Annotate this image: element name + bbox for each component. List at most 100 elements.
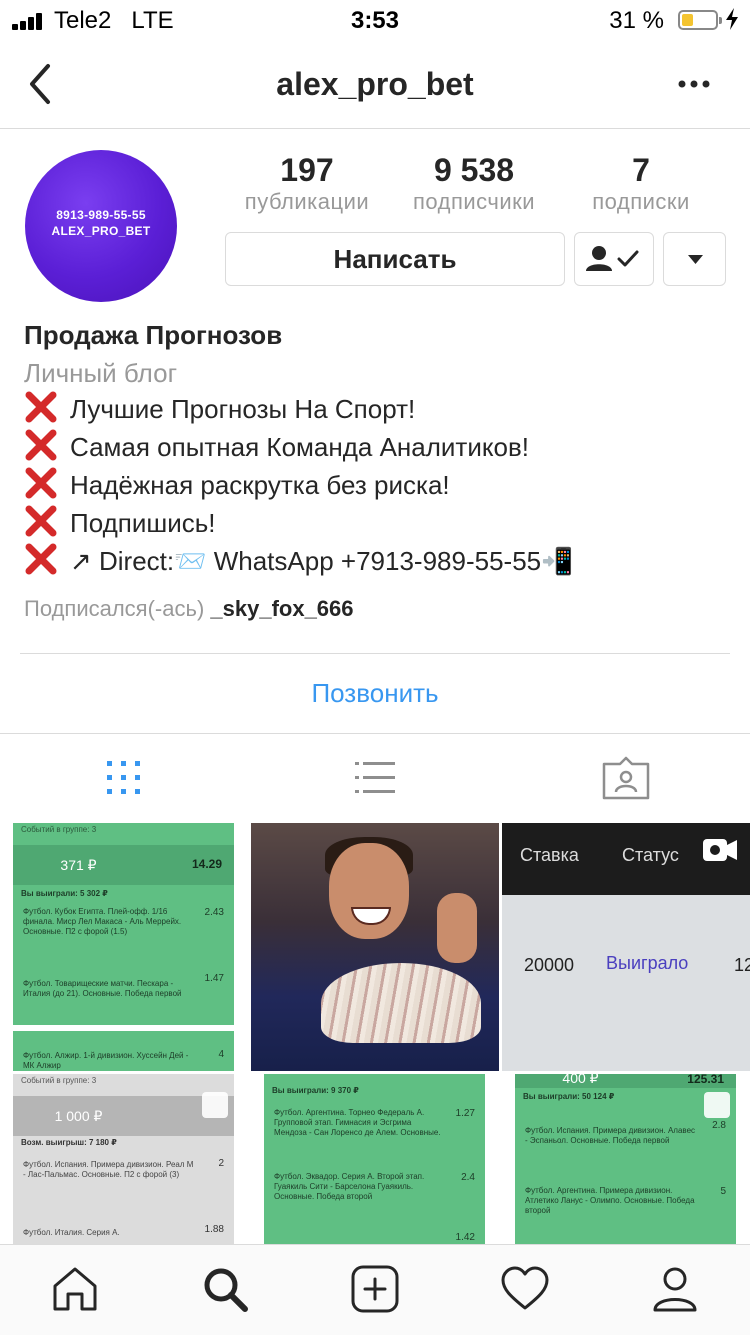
divider (0, 733, 750, 734)
bio-line: Надёжная раскрутка без риска! (24, 466, 573, 504)
charging-icon (726, 8, 738, 30)
post-thumbnail[interactable]: Событий в группе: 3 1 000 ₽ Возм. выигры… (0, 1074, 248, 1244)
search-icon[interactable] (200, 1264, 250, 1314)
slip-event-odds: 1.47 (204, 973, 224, 984)
stat-posts-value: 197 (280, 152, 334, 188)
slip-amount: 1 000 ₽ (54, 1108, 103, 1124)
stat-followers[interactable]: 9 538 подписчики (396, 152, 552, 215)
cross-mark-icon (25, 467, 57, 499)
stat-followers-value: 9 538 (433, 152, 515, 188)
grid-view-icon[interactable] (94, 750, 154, 806)
slip-event: Футбол. Италия. Серия А. (23, 1228, 120, 1237)
multi-post-icon (704, 1092, 730, 1118)
post-thumbnail[interactable]: Вы выиграли: 9 370 ₽ Футбол. Аргентина. … (251, 1074, 499, 1244)
post-thumbnail[interactable]: Ставка Статус 20000 Выиграло 12 (502, 823, 750, 1071)
photo-money (321, 963, 481, 1043)
slip-group: Событий в группе: 3 (21, 1076, 97, 1085)
slip-header: 1 000 ₽ (13, 1096, 234, 1136)
message-button[interactable]: Написать (225, 232, 565, 286)
slip-event-odds: 2.43 (204, 907, 224, 918)
slip-event: Футбол. Алжир. 1-й дивизион. Хуссейн Дей… (23, 1051, 189, 1070)
stat-following-value: 7 (632, 152, 650, 188)
following-button[interactable] (574, 232, 654, 286)
sheet-col-status: Статус (622, 845, 679, 865)
activity-heart-icon[interactable] (500, 1264, 550, 1314)
slip-event-odds: 1.42 (455, 1232, 475, 1243)
cross-mark-icon (25, 391, 57, 423)
followed-by[interactable]: Подписался(-ась) _sky_fox_666 (24, 596, 354, 622)
slip-event: Футбол. Испания. Примера дивизион. Реал … (23, 1160, 194, 1179)
sheet-status: Выиграло (606, 953, 689, 973)
bet-slip: 400 ₽ 125.31 Вы выиграли: 50 124 ₽ Футбо… (515, 1074, 736, 1244)
slip-event: Футбол. Аргентина. Примера дивизион. Атл… (525, 1186, 695, 1215)
suggestions-dropdown-button[interactable] (663, 232, 726, 286)
sheet-col-stake: Ставка (520, 845, 579, 865)
tagged-photos-icon[interactable] (596, 750, 656, 806)
slip-amount: 371 ₽ (60, 857, 97, 873)
slip-amount: 400 ₽ (562, 1074, 599, 1086)
cross-mark-icon (25, 505, 57, 537)
following-check-icon (586, 246, 639, 271)
stat-followers-label: подписчики (412, 189, 536, 214)
photo-thumb (437, 893, 477, 963)
slip-win: Возм. выигрыш: 7 180 ₽ (21, 1138, 117, 1147)
slip-event-odds: 2.4 (461, 1172, 475, 1183)
slip-event: Футбол. Испания. Примера дивизион. Алаве… (525, 1126, 696, 1145)
avatar[interactable]: 8913-989-55-55 ALEX_PRO_BET (25, 150, 177, 302)
list-view-icon[interactable] (345, 750, 405, 806)
slip-event: Футбол. Товарищеские матчи. Пескара - Ит… (23, 979, 182, 998)
bet-slip: Футбол. Алжир. 1-й дивизион. Хуссейн Дей… (13, 1031, 234, 1071)
more-options-icon[interactable] (678, 80, 710, 88)
slip-event-odds: 4 (218, 1049, 224, 1060)
avatar-phone: 8913-989-55-55 (56, 208, 146, 222)
stat-following-label: подписки (592, 189, 690, 214)
avatar-name: ALEX_PRO_BET (51, 224, 151, 238)
slip-odds: 14.29 (191, 857, 222, 871)
battery-percent: 31 % (609, 7, 664, 34)
bet-slip: Событий в группе: 3 1 000 ₽ Возм. выигры… (13, 1074, 234, 1244)
bio-line: Лучшие Прогнозы На Спорт! (24, 390, 573, 428)
profile-icon[interactable] (650, 1264, 700, 1314)
bet-slip: Событий в группе: 3 371 ₽ 14.29 Вы выигр… (13, 823, 234, 1025)
home-icon[interactable] (50, 1264, 100, 1314)
slip-header: 400 ₽ 125.31 (515, 1074, 736, 1088)
slip-win: Вы выиграли: 50 124 ₽ (523, 1092, 615, 1101)
followed-by-prefix: Подписался(-ась) (24, 596, 205, 621)
battery-icon (678, 10, 722, 30)
new-post-icon[interactable] (350, 1264, 400, 1314)
cross-mark-icon (25, 543, 57, 575)
bet-slip: Вы выиграли: 9 370 ₽ Футбол. Аргентина. … (264, 1074, 485, 1244)
slip-group: Событий в группе: 3 (21, 825, 97, 834)
slip-event: Футбол. Эквадор. Серия А. Второй этап. Г… (274, 1172, 425, 1201)
stat-posts[interactable]: 197 публикации (236, 152, 378, 215)
stat-following[interactable]: 7 подписки (574, 152, 708, 215)
bio-full-name: Продажа Прогнозов (24, 320, 283, 350)
slip-event-odds: 1.27 (455, 1108, 475, 1119)
triangle-down-icon (688, 255, 703, 264)
bio-line: Подпишись! (24, 504, 573, 542)
slip-event: Футбол. Аргентина. Торнео Федераль А. Гр… (274, 1108, 441, 1137)
stat-posts-label: публикации (244, 189, 370, 214)
slip-win: Вы выиграли: 9 370 ₽ (272, 1086, 359, 1095)
call-button[interactable]: Позвонить (0, 678, 750, 709)
slip-header: 371 ₽ 14.29 (13, 845, 234, 885)
post-thumbnail[interactable]: 400 ₽ 125.31 Вы выиграли: 50 124 ₽ Футбо… (502, 1074, 750, 1244)
bio-line: Самая опытная Команда Аналитиков! (24, 428, 573, 466)
followed-by-user[interactable]: _sky_fox_666 (210, 596, 353, 621)
post-thumbnail[interactable] (251, 823, 499, 1071)
slip-event: Футбол. Кубок Египта. Плей-офф. 1/16 фин… (23, 907, 182, 936)
bio-line: ↗ Direct:📨 WhatsApp +7913-989-55-55📲 (24, 542, 573, 580)
slip-event-odds: 1.88 (204, 1224, 224, 1235)
slip-odds: 125.31 (687, 1074, 724, 1086)
cross-mark-icon (25, 429, 57, 461)
sheet-amount: 20000 (524, 955, 575, 975)
status-bar: Tele2 LTE 3:53 31 % (0, 0, 750, 40)
post-thumbnail[interactable]: Событий в группе: 3 371 ₽ 14.29 Вы выигр… (0, 823, 248, 1071)
multi-post-icon (202, 1092, 228, 1118)
divider (20, 653, 730, 654)
profile-username: alex_pro_bet (276, 66, 474, 102)
video-icon (703, 839, 737, 861)
slip-event-odds: 5 (720, 1186, 726, 1197)
nav-bar: alex_pro_bet (0, 40, 750, 129)
sheet-extra: 12 (734, 955, 750, 975)
